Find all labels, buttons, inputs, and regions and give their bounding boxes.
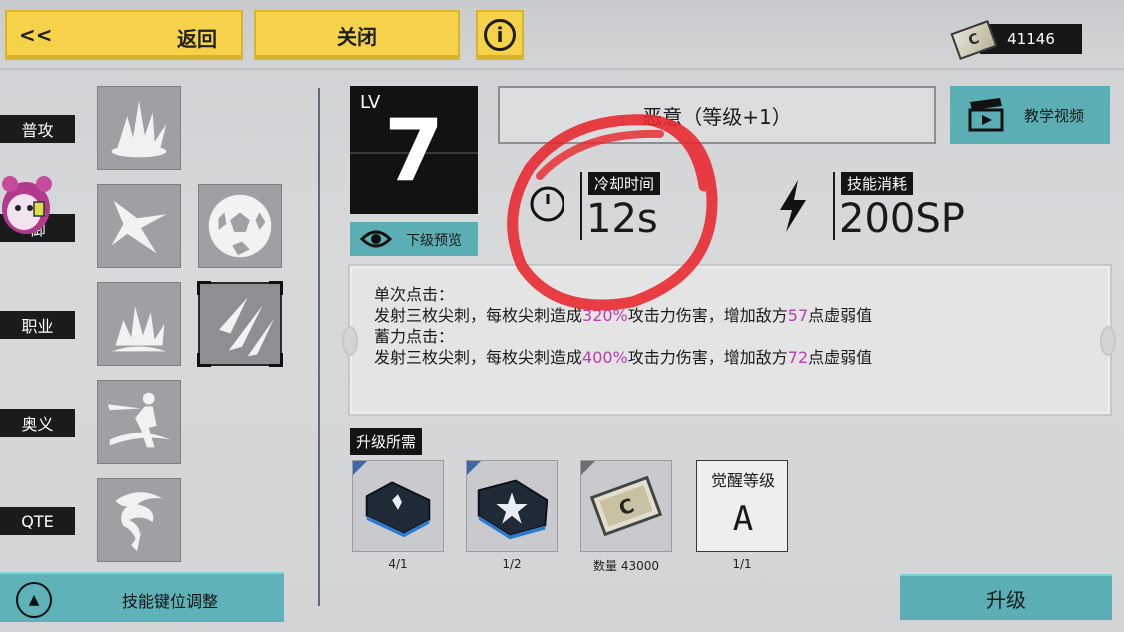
lightning-icon <box>780 180 806 232</box>
category-class[interactable]: 职业 <box>0 311 75 339</box>
close-label: 关闭 <box>337 24 377 49</box>
material-item-chip-star[interactable] <box>466 460 558 552</box>
figure-icon <box>107 392 171 448</box>
awaken-level-box: 觉醒等级 A <box>696 460 788 552</box>
back-label: 返回 <box>177 27 217 51</box>
cooldown-label: 冷却时间 <box>588 172 661 195</box>
rotate-icon: ▲ <box>16 582 52 618</box>
ball-icon <box>208 194 272 258</box>
material-qty: 数量 43000 <box>593 559 659 573</box>
skill-icon-figure[interactable] <box>97 380 181 464</box>
skill-name-text: 恶意（等级+1） <box>642 104 792 129</box>
level-box: LV 7 <box>350 86 478 214</box>
eye-icon <box>360 230 392 248</box>
adjust-skill-keys-label: 技能键位调整 <box>122 592 219 611</box>
skill-icon-spikes[interactable] <box>97 282 181 366</box>
material-item-coin-ticket[interactable]: C <box>580 460 672 552</box>
tutorial-video-button[interactable]: 教学视频 <box>950 86 1110 144</box>
info-button[interactable]: i <box>476 10 524 60</box>
adjust-skill-keys-button[interactable]: ▲ 技能键位调整 <box>0 572 284 622</box>
sp-cost-value: 200SP <box>839 196 965 242</box>
description-line: 蓄力点击： <box>374 327 455 346</box>
awaken-level-grade: A <box>732 499 754 539</box>
mascot-avatar-icon <box>2 176 52 234</box>
clapperboard-icon <box>968 98 1004 132</box>
panel-notch-right <box>1100 326 1116 356</box>
next-level-preview-button[interactable]: 下级预览 <box>350 222 478 256</box>
description-line: 发射三枚尖刺，每枚尖刺造成400%攻击力伤害，增加敌方72点虚弱值 <box>374 348 873 367</box>
cooldown-clock-icon <box>530 186 564 222</box>
sp-cost-label: 技能消耗 <box>841 172 914 195</box>
dash-icon <box>111 200 167 254</box>
burst-icon <box>111 100 167 158</box>
category-qte[interactable]: QTE <box>0 507 75 535</box>
upgrade-label: 升级 <box>986 587 1026 612</box>
cooldown-value: 12s <box>586 196 658 242</box>
skill-icon-burst[interactable] <box>97 86 181 170</box>
info-icon: i <box>484 19 516 51</box>
panel-divider <box>318 88 320 606</box>
back-button[interactable]: << 返回 <box>5 10 243 60</box>
spikes-icon <box>111 306 167 352</box>
awaken-level-title: 觉醒等级 <box>710 471 775 490</box>
skill-icon-vortex[interactable] <box>97 478 181 562</box>
skill-icon-ball[interactable] <box>198 184 282 268</box>
triple-spike-icon <box>219 297 275 357</box>
back-chevron-icon: << <box>19 23 53 47</box>
category-ultimate[interactable]: 奥义 <box>0 409 75 437</box>
upgrade-button[interactable]: 升级 <box>900 574 1112 620</box>
skill-icon-triple-spike-selected[interactable] <box>197 281 283 367</box>
tutorial-video-label: 教学视频 <box>1024 107 1085 125</box>
upgrade-requirements-label: 升级所需 <box>350 428 423 455</box>
next-level-preview-label: 下级预览 <box>406 233 462 249</box>
currency-display: 41146 C <box>950 20 1082 60</box>
material-qty: 4/1 <box>388 557 408 571</box>
vortex-icon <box>115 492 163 552</box>
awaken-qty: 1/1 <box>732 557 752 571</box>
description-line: 单次点击： <box>374 285 455 304</box>
skill-icon-dash[interactable] <box>97 184 181 268</box>
skill-name: 恶意（等级+1） <box>498 86 936 144</box>
currency-value: 41146 <box>980 24 1082 54</box>
close-button[interactable]: 关闭 <box>254 10 460 60</box>
category-basic-attack[interactable]: 普攻 <box>0 115 75 143</box>
material-item-chip-blue[interactable] <box>352 460 444 552</box>
skill-description: 单次点击： 发射三枚尖刺，每枚尖刺造成320%攻击力伤害，增加敌方57点虚弱值 … <box>350 266 1110 414</box>
level-number: 7 <box>384 101 444 201</box>
description-line: 发射三枚尖刺，每枚尖刺造成320%攻击力伤害，增加敌方57点虚弱值 <box>374 306 873 325</box>
material-qty: 1/2 <box>502 557 522 571</box>
panel-notch-left <box>342 326 358 356</box>
